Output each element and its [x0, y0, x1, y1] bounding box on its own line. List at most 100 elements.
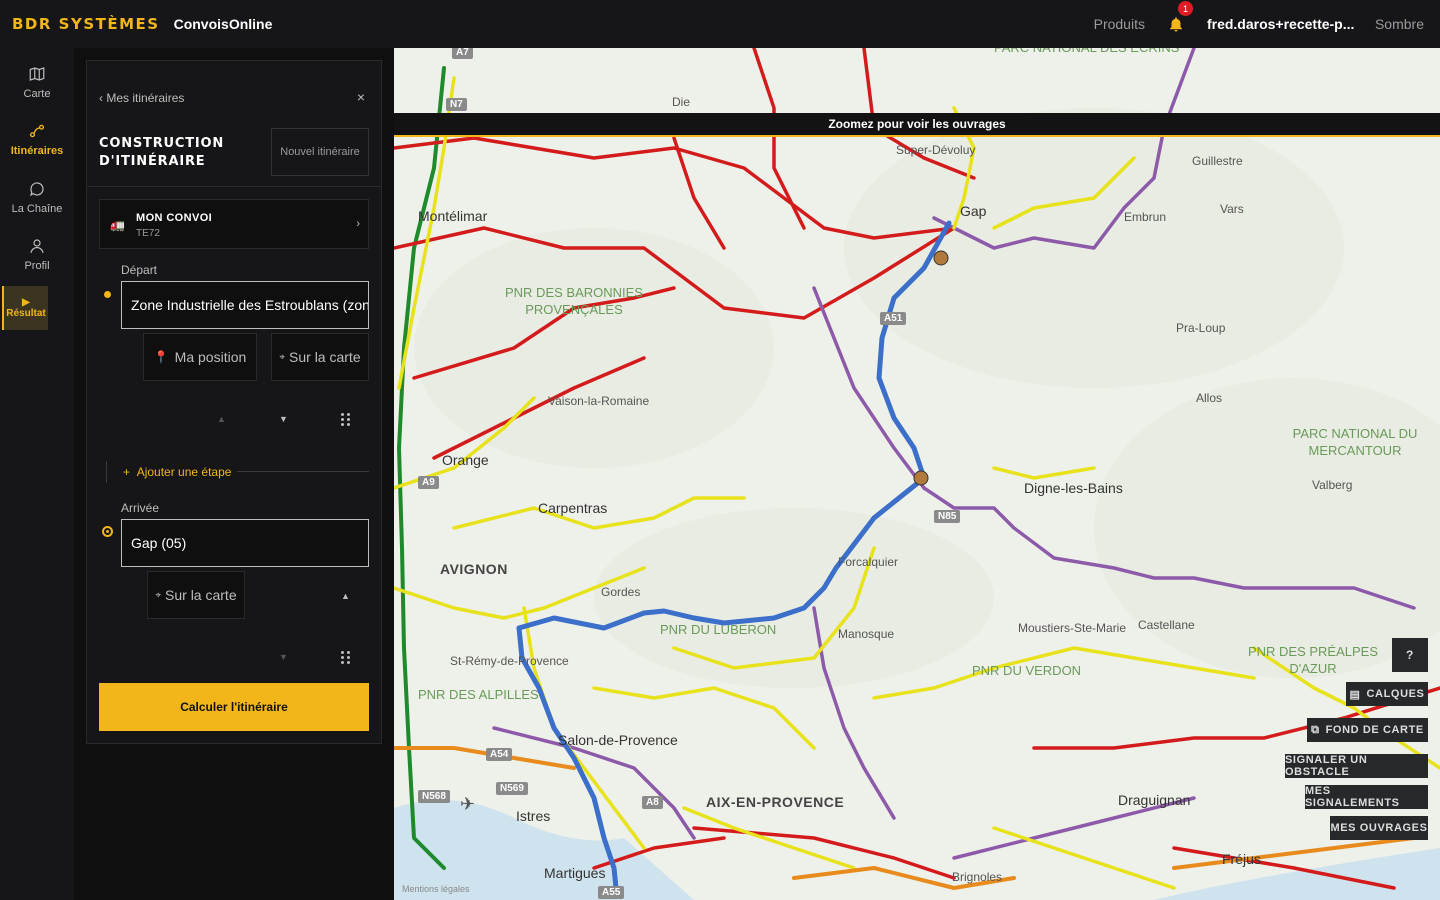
map-place-label: Gordes	[601, 585, 641, 599]
legal-link[interactable]: Mentions légales	[402, 884, 470, 894]
departure-input[interactable]: Zone Industrielle des Estroublans (zone	[121, 281, 369, 329]
crosshair-icon: ⌖	[155, 589, 162, 601]
my-position-label: Ma position	[174, 349, 247, 365]
my-structures-button[interactable]: MES OUVRAGES	[1330, 816, 1428, 840]
arrival-input[interactable]: Gap (05)	[121, 519, 369, 567]
crosshair-icon: ⌖	[279, 351, 286, 363]
map-park-label: PNR DU LUBERON	[660, 622, 777, 637]
arrival-label: Arrivée	[121, 501, 160, 515]
rail-item-label: Itinéraires	[10, 144, 64, 157]
rail-item-la-chaine[interactable]: La Chaîne	[0, 169, 74, 225]
divider	[237, 471, 369, 472]
map-place-label: Fréjus	[1222, 851, 1261, 867]
drag-handle-icon[interactable]	[341, 413, 351, 427]
back-link[interactable]: ‹ Mes itinéraires	[99, 91, 184, 105]
arrival-on-map-button[interactable]: ⌖ Sur la carte	[147, 571, 245, 619]
svg-text:✈: ✈	[460, 794, 475, 815]
rail-item-label: Résultat	[6, 308, 46, 319]
divider	[87, 186, 381, 187]
user-menu[interactable]: fred.daros+recette-p...	[1207, 16, 1357, 32]
help-button[interactable]: ?	[1392, 638, 1428, 672]
map-place-label: Vars	[1220, 202, 1244, 216]
map-canvas[interactable]: ✈ Die PARC NATIONAL DES ÉCRINS Super-Dév…	[394, 48, 1440, 900]
rail-item-label: La Chaîne	[11, 202, 63, 215]
add-step-button[interactable]: + Ajouter une étape	[123, 465, 231, 479]
map-park-label: PNR DU VERDON	[972, 663, 1082, 678]
zoom-banner: Zoomez pour voir les ouvrages	[394, 113, 1440, 137]
map-place-label: Pra-Loup	[1176, 321, 1226, 335]
map-place-label: Valberg	[1312, 478, 1353, 492]
map-park-label: PARC NATIONAL DES ÉCRINS	[994, 48, 1179, 56]
map-place-label: Orange	[442, 452, 489, 468]
layers-label: CALQUES	[1366, 688, 1425, 700]
rail-item-profil[interactable]: Profil	[0, 226, 74, 282]
add-step-label: Ajouter une étape	[136, 465, 232, 479]
map-place-label: Carpentras	[538, 500, 608, 516]
map-park-label: PARC NATIONAL DU MERCANTOUR	[1292, 426, 1418, 458]
basemap-label: FOND DE CARTE	[1325, 724, 1424, 736]
departure-label: Départ	[121, 263, 158, 277]
layers-button[interactable]: ▤ CALQUES	[1346, 682, 1428, 706]
map-place-label: Montélimar	[418, 208, 488, 224]
my-reports-button[interactable]: MES SIGNALEMENTS	[1305, 785, 1428, 809]
convoy-subtitle: TE72	[136, 228, 160, 239]
itinerary-panel: ‹ Mes itinéraires × CONSTRUCTION D'ITINÉ…	[86, 60, 382, 744]
calculate-route-button[interactable]: Calculer l'itinéraire	[99, 683, 369, 731]
left-rail: Carte Itinéraires La Chaîne Profil ▶ Rés…	[0, 48, 74, 900]
map-place-label: Guillestre	[1192, 154, 1243, 168]
map-place-label: Draguignan	[1118, 792, 1191, 808]
map-place-label: Digne-les-Bains	[1024, 480, 1123, 496]
move-up-icon[interactable]: ▲	[341, 591, 350, 601]
map-place-label: Salon-de-Provence	[558, 732, 678, 748]
layers-icon: ▤	[1349, 688, 1361, 701]
map-park-label: PNR DES ALPILLES	[418, 687, 539, 702]
close-button[interactable]: ×	[357, 89, 365, 105]
new-itinerary-button[interactable]: Nouvel itinéraire	[271, 128, 369, 176]
road-shield: A9	[418, 476, 439, 489]
map-place-label: Moustiers-Ste-Marie	[1018, 621, 1127, 635]
rail-item-resultat[interactable]: ▶ Résultat	[2, 286, 48, 330]
road-shield: A54	[486, 748, 513, 761]
truck-icon: 🚛	[110, 218, 125, 232]
route-icon	[29, 124, 45, 137]
departure-on-map-button[interactable]: ⌖ Sur la carte	[271, 333, 369, 381]
theme-toggle[interactable]: Sombre	[1375, 16, 1424, 32]
map-park-label: PNR DES PRÉALPES D'AZUR	[1247, 644, 1379, 676]
back-link-label: Mes itinéraires	[106, 91, 185, 105]
road-shield: N568	[418, 790, 450, 803]
rail-item-carte[interactable]: Carte	[0, 54, 74, 110]
road-shield: A51	[880, 312, 907, 325]
top-bar: BDR SYSTÈMES ConvoisOnline Produits 1 fr…	[0, 0, 1440, 48]
flag-icon: ▶	[22, 297, 30, 308]
my-position-button[interactable]: 📍 Ma position	[143, 333, 257, 381]
map-place-label: Vaison-la-Romaine	[548, 394, 650, 408]
rail-item-itineraires[interactable]: Itinéraires	[0, 111, 74, 167]
move-down-icon[interactable]: ▼	[279, 414, 288, 424]
convoy-selector[interactable]: 🚛 MON CONVOI TE72 ›	[99, 199, 369, 249]
step-connector	[106, 461, 107, 483]
convoy-title: MON CONVOI	[136, 212, 213, 224]
drag-handle-icon[interactable]	[341, 651, 351, 665]
top-right-nav: Produits 1 fred.daros+recette-p... Sombr…	[1078, 0, 1440, 48]
map-place-label: Gap	[960, 203, 987, 219]
app-name: ConvoisOnline	[173, 16, 273, 32]
road-shield: N85	[934, 510, 961, 523]
products-link[interactable]: Produits	[1078, 16, 1161, 32]
brand-logo[interactable]: BDR SYSTÈMES	[12, 15, 160, 33]
map-place-label: Istres	[516, 808, 551, 824]
road-shield: A8	[642, 796, 663, 809]
road-shield: A7	[452, 48, 473, 59]
map-roads: ✈	[394, 48, 1440, 900]
road-shield: N569	[496, 782, 528, 795]
map-place-label: AVIGNON	[440, 561, 508, 577]
move-up-icon[interactable]: ▲	[217, 414, 226, 424]
report-obstacle-button[interactable]: SIGNALER UN OBSTACLE	[1285, 754, 1428, 778]
move-down-icon[interactable]: ▼	[279, 652, 288, 662]
rail-item-label: Profil	[24, 259, 50, 272]
notifications-button[interactable]: 1	[1161, 1, 1193, 33]
road-shield: A55	[598, 886, 625, 899]
map-place-label: Die	[672, 95, 691, 109]
basemap-button[interactable]: ⧉ FOND DE CARTE	[1307, 718, 1428, 742]
bell-icon	[1169, 17, 1182, 32]
map-place-label: Allos	[1196, 391, 1223, 405]
